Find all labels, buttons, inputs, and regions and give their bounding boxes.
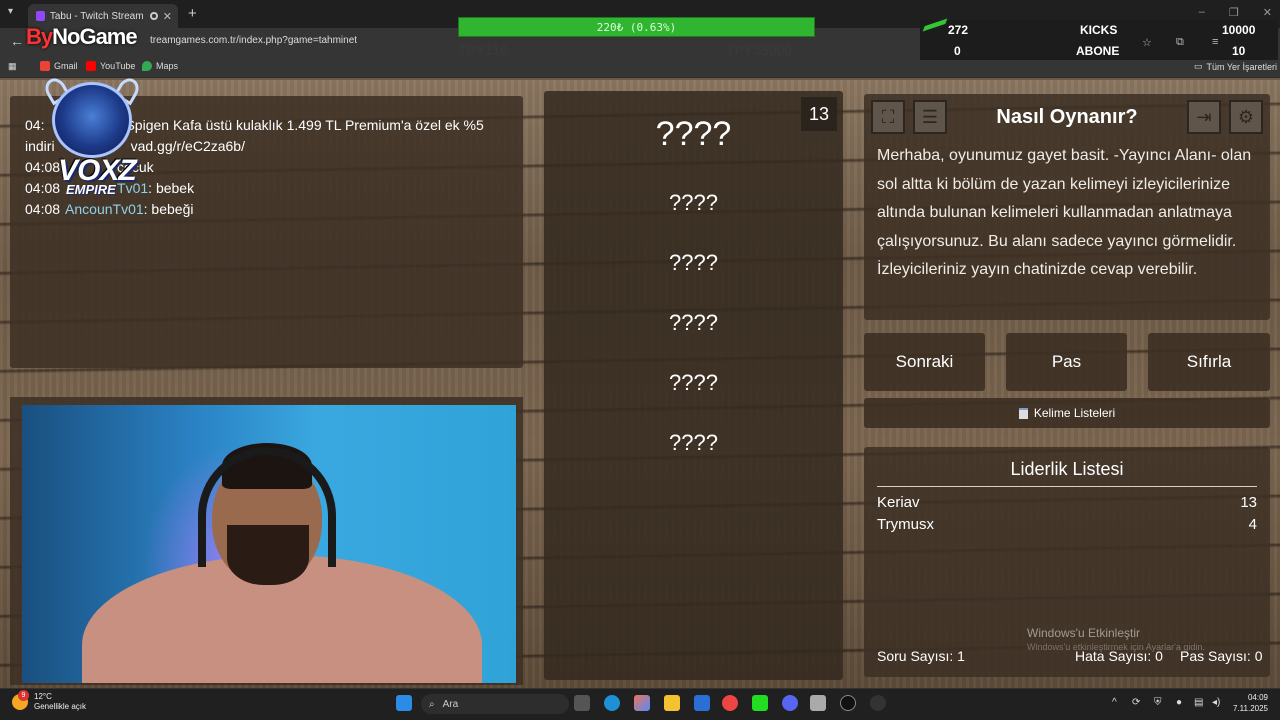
obs-icon[interactable] [840, 695, 856, 711]
taboo-word: ???? [669, 190, 718, 215]
taboo-word: ???? [669, 250, 718, 275]
kicks-label: KICKS [1080, 23, 1118, 37]
tray-shield-icon[interactable]: ⛨ [1154, 697, 1162, 708]
main-word: ???? [655, 115, 732, 153]
notepad-icon [1018, 407, 1028, 419]
back-arrow-icon[interactable]: ← [10, 33, 24, 49]
network-icon[interactable]: ▤ [1194, 697, 1203, 708]
webcam-video [22, 405, 516, 683]
microphone-icon[interactable]: ● [1176, 697, 1182, 708]
taboo-word: ???? [669, 370, 718, 395]
kicks-goal: 10000 [1222, 23, 1256, 37]
ghost-text-left: TPY110 [458, 42, 508, 58]
twitch-favicon-icon [36, 11, 45, 21]
windows-activation-watermark: Windows'u Etkinleştir [1027, 626, 1140, 640]
maximize-icon[interactable]: ❐ [1229, 6, 1239, 19]
file-explorer-icon[interactable] [664, 695, 680, 711]
question-count: Soru Sayısı: 1 [877, 648, 965, 664]
weather-sun-icon: 9 [12, 690, 29, 710]
youtube-icon [86, 61, 96, 71]
folder-icon: ▭ [1194, 61, 1203, 71]
subs-value: 0 [954, 44, 961, 58]
start-icon[interactable] [396, 695, 412, 711]
close-tab-icon[interactable]: ✕ [163, 10, 172, 23]
all-bookmarks[interactable]: ▭ Tüm Yer İşaretleri [1194, 61, 1277, 72]
url-field[interactable]: treamgames.com.tr/index.php?game=tahmine… [150, 35, 357, 46]
task-view-icon[interactable] [574, 695, 590, 711]
how-to-play-title: Nasıl Oynanır? [996, 106, 1138, 128]
ghost-text-right: TPY35000 [726, 42, 793, 58]
weather-widget[interactable]: 9 12°C Genellikle açık [12, 690, 86, 712]
volume-icon[interactable]: ◂) [1212, 697, 1220, 708]
leaderboard-title: Liderlik Listesi [877, 459, 1257, 487]
bookmark-gmail[interactable]: Gmail [40, 61, 78, 71]
window-controls: – ❐ ✕ [1199, 6, 1272, 19]
discord-icon[interactable] [782, 695, 798, 711]
pass-button[interactable]: Pas [1006, 333, 1127, 391]
maps-icon [142, 61, 152, 71]
taboo-word: ???? [669, 310, 718, 335]
bookmark-youtube[interactable]: YouTube [86, 61, 135, 71]
apps-grid-icon[interactable]: ▦ [8, 61, 17, 72]
bynogame-logo: ByNoGame [26, 24, 138, 49]
taskbar-clock[interactable]: 04:09 7.11.2025 [1233, 692, 1268, 714]
minimize-icon[interactable]: – [1199, 6, 1205, 19]
leaderboard-row: Keriav 13 [877, 494, 1257, 511]
tray-sync-icon[interactable]: ⟳ [1132, 697, 1140, 708]
chat-message: 04:08 AncounTv01: bebeği [25, 201, 194, 217]
voxz-empire-logo: VOXZ EMPIRE [41, 74, 143, 198]
donation-goal-bar: 220₺ (0.63%) [458, 17, 815, 37]
store-icon[interactable] [694, 695, 710, 711]
leaderboard-row: Trymusx 4 [877, 516, 1257, 533]
copilot-icon[interactable] [634, 695, 650, 711]
chrome-icon[interactable] [722, 695, 738, 711]
subs-goal: 10 [1232, 44, 1246, 58]
gmail-icon [40, 61, 50, 71]
new-tab-button[interactable]: + [188, 5, 197, 22]
subs-label: ABONE [1076, 44, 1120, 58]
extension-icon[interactable]: ⧉ [1176, 36, 1184, 49]
taskbar-search[interactable]: ⌕ Ara [421, 694, 569, 714]
next-button[interactable]: Sonraki [864, 333, 985, 391]
bookmark-maps[interactable]: Maps [142, 61, 178, 71]
taboo-word: ???? [669, 430, 718, 455]
list-icon[interactable]: ≡ [1212, 36, 1218, 48]
edge-icon[interactable] [604, 695, 620, 711]
reset-button[interactable]: Sıfırla [1148, 333, 1270, 391]
tab-title: Tabu - Twitch Stream Game [49, 10, 145, 22]
tab-menu-icon[interactable]: ▾ [8, 6, 13, 17]
how-to-play-text: Merhaba, oyunumuz gayet basit. -Yayıncı … [877, 147, 1252, 278]
close-window-icon[interactable]: ✕ [1263, 6, 1272, 19]
word-lists-button[interactable]: Kelime Listeleri [864, 398, 1270, 428]
recording-icon [150, 12, 158, 20]
bull-head-icon [52, 82, 132, 158]
app-icon[interactable] [870, 695, 886, 711]
mail-icon[interactable] [810, 695, 826, 711]
kick-icon[interactable] [752, 695, 768, 711]
kicks-value: 272 [948, 23, 969, 37]
star-icon[interactable]: ☆ [1142, 36, 1152, 49]
error-count: Hata Sayısı: 0 [1075, 648, 1163, 664]
pass-count: Pas Sayısı: 0 [1180, 648, 1263, 664]
search-icon: ⌕ [429, 698, 435, 710]
tray-chevron-icon[interactable]: ^ [1112, 697, 1117, 708]
